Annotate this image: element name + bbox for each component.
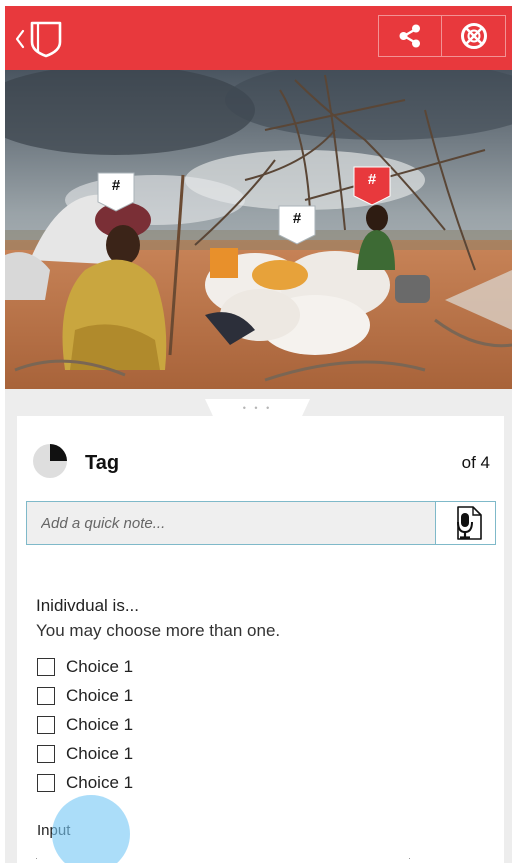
tag-count: of 4 [461,453,490,472]
photo-tag-label: # [367,171,377,188]
share-icon [399,24,420,48]
question-text: Inidivdual is... [36,596,139,615]
choice-option[interactable]: Choice 1 [37,652,133,681]
handle-dots: • • • [242,402,273,413]
choice-checkbox[interactable] [37,773,55,792]
choice-label: Choice 1 [66,714,134,734]
photo-tag-3-active[interactable]: # [353,166,391,206]
photo-tag-1[interactable]: # [97,172,135,212]
choice-checkbox[interactable] [37,686,55,705]
photo-illustration [5,70,512,389]
voice-note-button[interactable] [435,502,495,544]
choice-label: Choice 1 [66,685,134,705]
photo-tag-label: # [111,177,121,194]
photo-tag-label: # [292,210,302,227]
back-document-icon [15,21,62,58]
choice-label: Choice 1 [66,772,134,792]
panel-title: Tag [85,452,120,474]
quick-note-field [26,501,496,545]
back-button[interactable] [11,18,69,60]
progress-pie-icon [33,444,67,478]
choice-option[interactable]: Choice 1 [37,681,133,710]
touch-indicator [52,795,130,863]
choice-checkbox[interactable] [37,657,55,676]
header-actions [378,15,506,57]
choice-option[interactable]: Choice 1 [37,768,133,797]
choice-checkbox[interactable] [37,744,55,763]
microphone-icon [456,506,482,540]
photo-tag-2[interactable]: # [278,205,316,245]
choice-checkbox[interactable] [37,715,55,734]
choice-option[interactable]: Choice 1 [37,710,133,739]
question-helper-text: You may choose more than one. [36,621,281,640]
top-bar [5,6,512,70]
app: # # # • • • Tag of 4 Add a quick note...… [0,0,517,863]
panel-drag-handle[interactable]: • • • [205,399,310,417]
close-button[interactable] [442,15,506,57]
share-button[interactable] [378,15,442,57]
choice-option[interactable]: Choice 1 [37,739,133,768]
photo[interactable]: # # # [5,70,512,389]
close-circle-icon [460,23,487,49]
choice-label: Choice 1 [66,743,134,763]
quick-note-input[interactable] [27,502,435,544]
choice-label: Choice 1 [66,656,134,676]
choice-list: Choice 1 Choice 1 Choice 1 Choice 1 Choi… [37,652,133,797]
